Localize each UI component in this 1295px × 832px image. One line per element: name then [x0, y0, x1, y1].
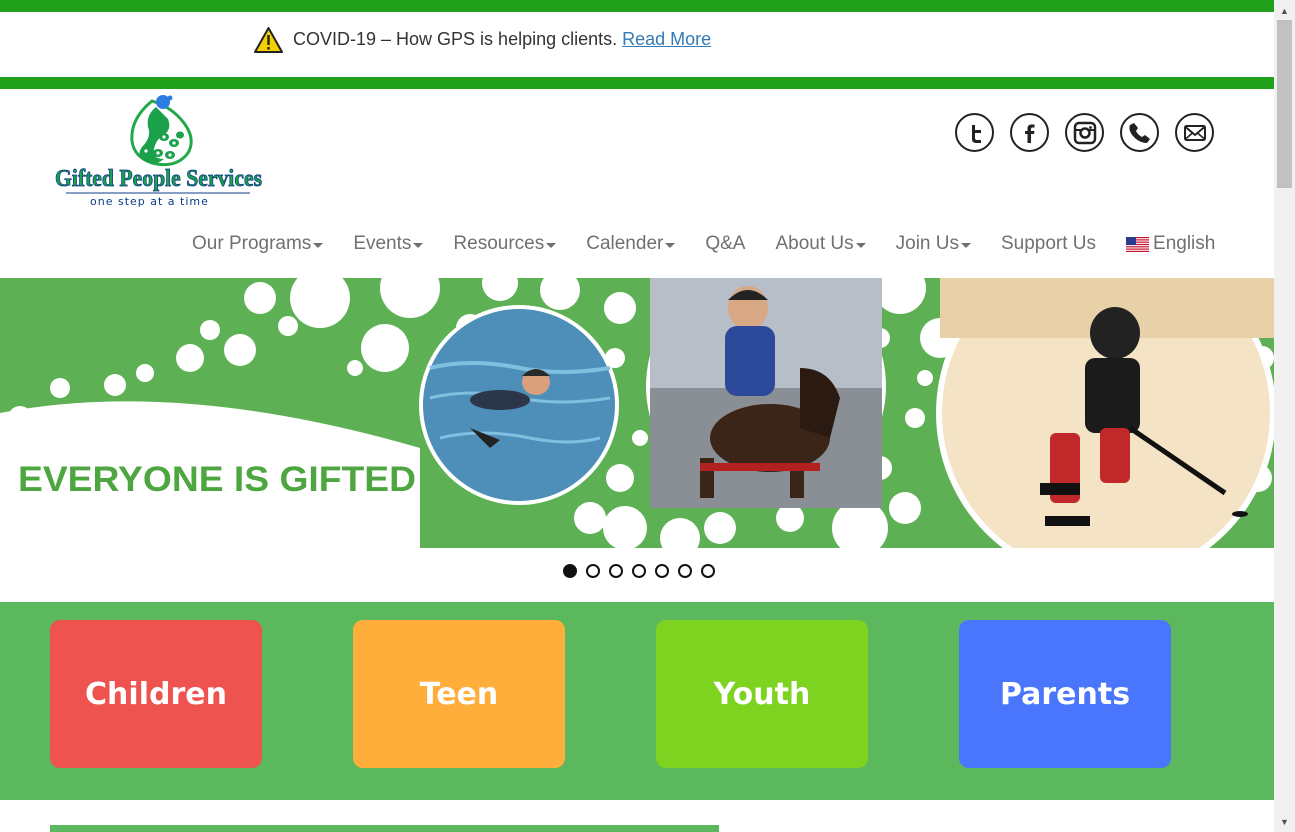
slider-dot-1[interactable] [563, 564, 577, 578]
nav-item-label: About Us [775, 233, 854, 254]
twitter-icon[interactable] [955, 113, 994, 152]
nav-item-our-programs[interactable]: Our Programs [192, 233, 324, 255]
slider-dot-5[interactable] [655, 564, 669, 578]
peacock-logo-icon [130, 95, 193, 167]
instagram-icon[interactable] [1065, 113, 1104, 152]
nav-item-calender[interactable]: Calender [586, 233, 676, 255]
nav-item-events[interactable]: Events [353, 233, 424, 255]
category-label: Youth [713, 676, 811, 712]
slider-dot-7[interactable] [701, 564, 715, 578]
nav-item-label: Q&A [705, 233, 746, 254]
facebook-icon[interactable] [1010, 113, 1049, 152]
hockey-player-photo [936, 278, 1274, 548]
caret-down-icon [665, 243, 676, 248]
slider-dot-3[interactable] [609, 564, 623, 578]
header-green-bar [0, 77, 1274, 89]
page: COVID-19 – How GPS is helping clients. Re… [0, 0, 1274, 832]
scrollbar-thumb[interactable] [1277, 20, 1292, 188]
swimmer-photo [419, 305, 619, 505]
caret-down-icon [960, 243, 971, 248]
category-label: Children [85, 676, 227, 712]
category-label: Parents [999, 676, 1131, 712]
hero-title-text: EVERYONE IS GIFTED [18, 460, 416, 499]
hero-background: EVERYONE IS GIFTED [0, 278, 1274, 548]
slider-dot-6[interactable] [678, 564, 692, 578]
language-selector[interactable]: English [1126, 233, 1215, 255]
category-youth-button[interactable]: Youth [656, 620, 868, 768]
warning-icon [254, 27, 283, 53]
caret-down-icon [855, 243, 866, 248]
category-teen-button[interactable]: Teen [353, 620, 565, 768]
content-section-top-bar [50, 825, 719, 832]
site-logo[interactable]: Gifted People Services one step at a tim… [52, 93, 266, 211]
nav-item-qa[interactable]: Q&A [705, 233, 745, 255]
scroll-down-arrow-icon[interactable]: ▼ [1274, 813, 1295, 830]
read-more-link[interactable]: Read More [622, 29, 711, 49]
alert-text: COVID-19 – How GPS is helping clients. [293, 29, 618, 49]
scroll-up-arrow-icon[interactable]: ▲ [1274, 2, 1295, 19]
us-flag-icon [1126, 236, 1150, 252]
caret-down-icon [313, 243, 324, 248]
mail-icon[interactable] [1175, 113, 1214, 152]
language-label: English [1153, 233, 1216, 254]
category-children-button[interactable]: Children [50, 620, 262, 768]
nav-item-label: Support Us [1000, 233, 1097, 254]
nav-item-label: Our Programs [192, 233, 312, 254]
category-section: Children Teen Youth Parents [0, 602, 1274, 800]
caret-down-icon [546, 243, 557, 248]
caret-down-icon [413, 243, 424, 248]
logo-tagline-text: one step at a time [90, 195, 209, 208]
logo-name-text: Gifted People Services [55, 166, 262, 192]
nav-item-support-us[interactable]: Support Us [1001, 233, 1096, 255]
slider-dot-4[interactable] [632, 564, 646, 578]
nav-item-label: Resources [453, 233, 545, 254]
nav-item-label: Events [353, 233, 412, 254]
horse-rider-photo [646, 278, 886, 508]
nav-item-join-us[interactable]: Join Us [896, 233, 971, 255]
main-nav: Our Programs Events Resources Calender Q… [192, 233, 1245, 255]
top-green-bar [0, 0, 1274, 12]
slider-dot-2[interactable] [586, 564, 600, 578]
nav-item-resources[interactable]: Resources [453, 233, 557, 255]
slider-dots [563, 564, 715, 578]
hero-slider: EVERYONE IS GIFTED [0, 278, 1274, 548]
category-parents-button[interactable]: Parents [959, 620, 1171, 768]
nav-item-label: Join Us [895, 233, 959, 254]
phone-icon[interactable] [1120, 113, 1159, 152]
social-links [955, 113, 1214, 152]
nav-item-label: Calender [586, 233, 664, 254]
alert-message: COVID-19 – How GPS is helping clients. Re… [293, 29, 711, 50]
category-label: Teen [419, 676, 499, 712]
covid-alert-banner: COVID-19 – How GPS is helping clients. Re… [0, 12, 1274, 77]
vertical-scrollbar[interactable]: ▲ ▼ [1274, 0, 1295, 832]
nav-item-about-us[interactable]: About Us [775, 233, 866, 255]
